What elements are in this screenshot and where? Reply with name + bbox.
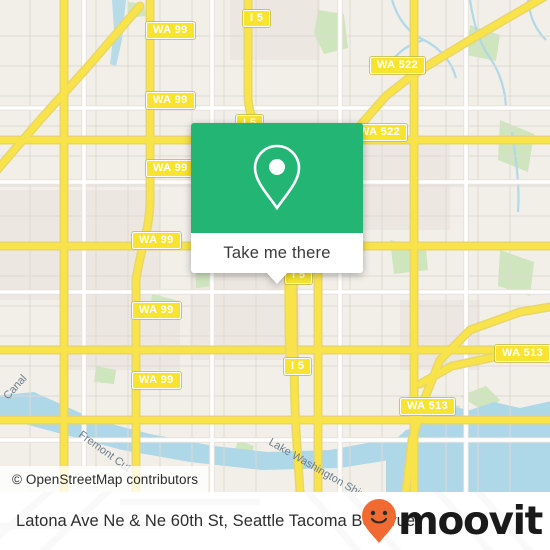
road-shield-label: WA 99: [153, 94, 188, 106]
road-shield-label: WA 522: [377, 59, 419, 71]
road-shield: WA 513: [400, 398, 456, 415]
osm-attribution: © OpenStreetMap contributors: [0, 466, 209, 492]
road-shield: I 5: [243, 10, 271, 27]
road-shield: WA 513: [495, 345, 550, 362]
moovit-smiley-pin-icon: [362, 499, 397, 543]
road-shield: WA 522: [370, 57, 426, 74]
road-shield: WA 99: [146, 160, 195, 177]
road-shield: WA 99: [132, 302, 181, 319]
road-shield: WA 99: [132, 232, 181, 249]
road-shield-label: I 5: [291, 360, 305, 372]
map-screenshot: Canal Fremont Cut Lake Washington Ship C…: [0, 0, 550, 550]
popup-tail-pointer: [266, 272, 288, 284]
road-shield: WA 99: [132, 372, 181, 389]
location-popup-card[interactable]: Take me there: [191, 123, 363, 284]
footer-location-title: Latona Ave Ne & Ne 60th St, Seattle Taco…: [16, 511, 416, 530]
road-shield: I 5: [284, 358, 312, 375]
moovit-logo[interactable]: moovit: [361, 492, 543, 550]
road-shield-label: WA 513: [502, 347, 544, 359]
location-pin-icon: [253, 144, 301, 211]
road-shield-label: WA 99: [153, 24, 188, 36]
road-shield-label: I 5: [250, 12, 264, 24]
road-shield-label: WA 522: [359, 126, 401, 138]
road-shield-label: WA 513: [407, 400, 449, 412]
popup-footer[interactable]: Take me there: [191, 233, 363, 284]
road-shield: WA 99: [146, 22, 195, 39]
road-shield-label: WA 99: [139, 374, 174, 386]
road-shield-label: WA 99: [139, 304, 174, 316]
take-me-there-label: Take me there: [223, 243, 331, 262]
road-shield-label: WA 99: [139, 234, 174, 246]
popup-header: [191, 123, 363, 233]
moovit-wordmark: moovit: [398, 498, 543, 544]
road-shield: WA 99: [146, 92, 195, 109]
footer-bar: Latona Ave Ne & Ne 60th St, Seattle Taco…: [0, 492, 550, 550]
road-shield-label: WA 99: [153, 162, 188, 174]
